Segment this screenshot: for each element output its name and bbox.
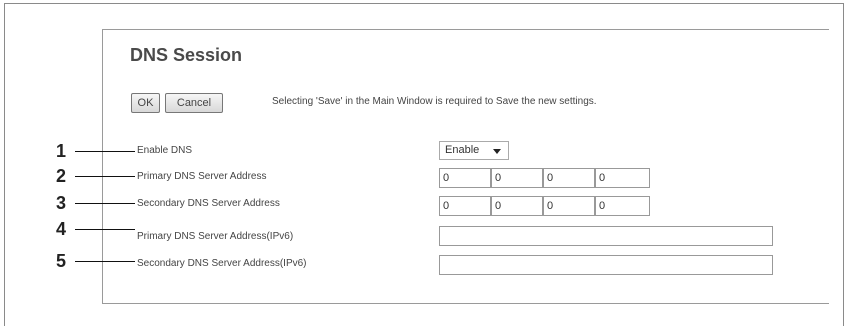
enable-dns-select[interactable]: Enable (439, 141, 509, 160)
primary-dns-label: Primary DNS Server Address (137, 171, 267, 182)
primary-dns-ipv6-label: Primary DNS Server Address(IPv6) (137, 231, 294, 242)
callout-2: 2 (55, 166, 66, 186)
page-title: DNS Session (130, 45, 243, 65)
secondary-dns-octet-2[interactable]: 0 (491, 196, 543, 216)
callout-4-leader (75, 229, 135, 230)
enable-dns-value: Enable (445, 144, 480, 156)
callout-1: 1 (55, 141, 66, 161)
callout-5-leader (75, 261, 135, 262)
secondary-dns-label: Secondary DNS Server Address (137, 198, 280, 209)
primary-dns-octet-2[interactable]: 0 (491, 168, 543, 188)
callout-3: 3 (55, 193, 66, 213)
enable-dns-label: Enable DNS (137, 145, 193, 156)
primary-dns-octet-1[interactable]: 0 (439, 168, 491, 188)
callout-1-leader (75, 151, 135, 152)
callout-3-leader (75, 203, 135, 204)
secondary-dns-octet-3[interactable]: 0 (543, 196, 595, 216)
callout-5: 5 (55, 251, 66, 271)
primary-dns-ipv6-input[interactable] (439, 226, 773, 246)
cancel-button[interactable]: Cancel (165, 93, 223, 113)
primary-dns-octet-4[interactable]: 0 (595, 168, 650, 188)
secondary-dns-ipv6-label: Secondary DNS Server Address(IPv6) (137, 258, 307, 269)
primary-dns-octet-3[interactable]: 0 (543, 168, 595, 188)
ok-button[interactable]: OK (131, 93, 160, 113)
callout-4: 4 (55, 219, 66, 239)
chevron-down-icon (493, 149, 501, 154)
save-notice: Selecting 'Save' in the Main Window is r… (272, 96, 597, 107)
secondary-dns-octet-4[interactable]: 0 (595, 196, 650, 216)
secondary-dns-octet-1[interactable]: 0 (439, 196, 491, 216)
secondary-dns-ipv6-input[interactable] (439, 255, 773, 275)
callout-2-leader (75, 176, 135, 177)
